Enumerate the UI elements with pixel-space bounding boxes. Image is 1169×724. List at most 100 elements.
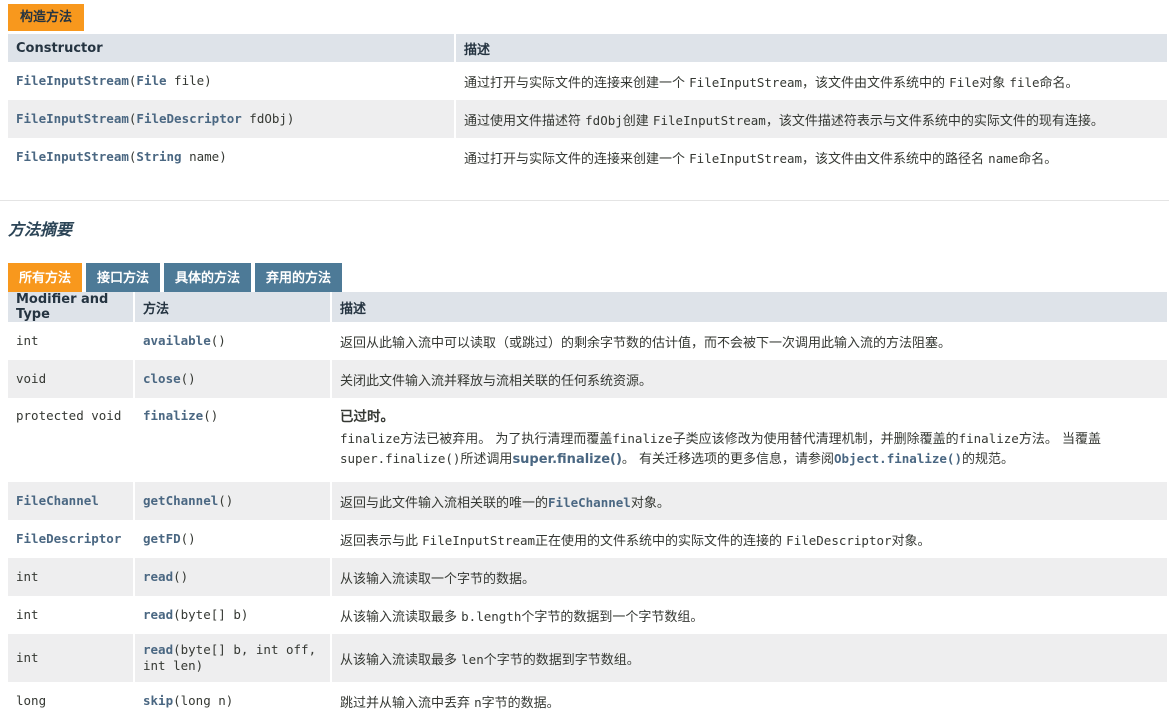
constructor-section-tab: 构造方法	[8, 4, 85, 31]
constructor-description-cell: 通过打开与实际文件的连接来创建一个 FileInputStream，该文件由文件…	[456, 138, 1169, 176]
return-type-link[interactable]: FileChannel	[16, 493, 99, 508]
constructor-signature-cell: FileInputStream(FileDescriptor fdObj)	[8, 100, 456, 138]
method-row: int read(byte[] b, int off, int len) 从该输入流读…	[8, 634, 1169, 682]
constructor-desc-segment: 创建	[622, 113, 653, 129]
method-name-link[interactable]: finalize	[143, 408, 203, 423]
modifier-type-cell: int	[8, 596, 135, 634]
constructor-name-link[interactable]: FileInputStream	[16, 149, 129, 164]
constructor-desc-segment: file	[1009, 74, 1040, 90]
constructor-param-type-link[interactable]: File	[136, 73, 166, 88]
constructor-param-name: file)	[166, 73, 212, 88]
method-description-cell: 返回与此文件输入流相关联的唯一的FileChannel对象。	[332, 482, 1169, 520]
deprecated-note-segment: 。 有关迁移选项的更多信息，请参阅	[621, 452, 835, 467]
constructor-name-link[interactable]: FileInputStream	[16, 111, 129, 126]
method-row: FileChannel getChannel() 返回与此文件输入流相关联的唯一的F…	[8, 482, 1169, 520]
constructor-desc-segment: fdObj	[585, 112, 623, 128]
method-description-column-header: 描述	[332, 292, 1169, 322]
method-row: void close() 关闭此文件输入流并释放与流相关联的任何系统资源。	[8, 360, 1169, 398]
method-summary-table-container: Modifier and Type 方法 描述 int available() 返回…	[8, 292, 1169, 720]
method-name-link[interactable]: read	[143, 569, 173, 584]
method-name-link[interactable]: getFD	[143, 531, 181, 546]
method-description-cell: 从该输入流读取最多 b.length个字节的数据到一个字节数组。	[332, 596, 1169, 634]
constructor-signature-cell: FileInputStream(File file)	[8, 62, 456, 100]
modifier-type-cell: void	[8, 360, 135, 398]
method-description-cell: 已过时。 finalize方法已被弃用。 为了执行清理而覆盖finalize子类应…	[332, 398, 1169, 482]
method-summary-table: Modifier and Type 方法 描述 int available() 返回…	[8, 292, 1169, 720]
constructor-desc-segment: ，该文件由文件系统中的	[802, 75, 950, 91]
method-params: ()	[180, 371, 196, 386]
method-params: ()	[180, 531, 196, 546]
method-signature-cell: close()	[135, 360, 332, 398]
tab-concrete-methods[interactable]: 具体的方法	[164, 263, 252, 295]
tab-interface-methods[interactable]: 接口方法	[86, 263, 161, 295]
method-params: ()	[173, 569, 189, 584]
method-name-link[interactable]: available	[143, 333, 211, 348]
constructor-row: FileInputStream(String name) 通过打开与实际文件的连接…	[8, 138, 1169, 176]
method-params-continued: int len)	[143, 658, 204, 673]
method-desc-segment: b.length	[461, 608, 522, 624]
method-name-link[interactable]: close	[143, 371, 181, 386]
deprecated-note-segment: 方法已被弃用。 为了执行清理而覆盖	[400, 432, 613, 447]
constructor-desc-segment: ，该文件由文件系统中的路径名	[802, 151, 989, 167]
method-signature-cell: read(byte[] b, int off, int len)	[135, 634, 332, 682]
method-name-link[interactable]: read	[143, 642, 173, 657]
return-type: int	[16, 607, 39, 622]
method-desc-segment: 个字节的数据到一个字节数组。	[521, 609, 704, 625]
deprecated-note-segment: finalize	[340, 431, 401, 446]
constructor-name-link[interactable]: FileInputStream	[16, 73, 129, 88]
method-signature-cell: finalize()	[135, 398, 332, 482]
tab-deprecated-methods[interactable]: 弃用的方法	[255, 263, 343, 295]
method-description-cell: 返回表示与此 FileInputStream正在使用的文件系统中的实际文件的连接…	[332, 520, 1169, 558]
method-signature-cell: available()	[135, 322, 332, 360]
method-signature-cell: read(byte[] b)	[135, 596, 332, 634]
method-name-link[interactable]: read	[143, 607, 173, 622]
method-desc-segment: FileDescriptor	[786, 532, 892, 548]
constructor-param-type-link[interactable]: String	[136, 149, 181, 164]
deprecated-note-segment: 的规范。	[961, 452, 1014, 467]
constructor-description-cell: 通过使用文件描述符 fdObj创建 FileInputStream，该文件描述符…	[456, 100, 1169, 138]
method-desc-segment: 字节的数据。	[481, 695, 560, 711]
modifier-type-cell: int	[8, 322, 135, 360]
constructor-desc-segment: 对象	[979, 75, 1010, 91]
method-desc-segment: 从该输入流读取最多	[340, 652, 462, 668]
method-row: int read(byte[] b) 从该输入流读取最多 b.length个字节的数…	[8, 596, 1169, 634]
return-type: int	[16, 650, 39, 665]
constructor-desc-segment: 通过打开与实际文件的连接来创建一个	[464, 75, 690, 91]
method-description-cell: 返回从此输入流中可以读取（或跳过）的剩余字节数的估计值，而不会被下一次调用此输入…	[332, 322, 1169, 360]
method-filter-tabs: 所有方法 接口方法 具体的方法 弃用的方法	[8, 263, 346, 295]
deprecated-note-segment: 子类应该修改为使用替代清理机制，并删除覆盖的	[672, 432, 959, 447]
method-desc-segment: 对象。	[891, 533, 931, 549]
method-params: ()	[218, 493, 234, 508]
deprecated-note-line: super.finalize()所述调用super.finalize()。 有关…	[340, 449, 1159, 469]
method-params: ()	[203, 408, 219, 423]
modifier-type-cell: int	[8, 558, 135, 596]
method-name-link[interactable]: getChannel	[143, 493, 218, 508]
constructor-param-name: name)	[181, 149, 227, 164]
method-signature-cell: read()	[135, 558, 332, 596]
method-column-header: 方法	[135, 292, 332, 322]
return-type-link[interactable]: FileDescriptor	[16, 531, 121, 546]
constructor-description-cell: 通过打开与实际文件的连接来创建一个 FileInputStream，该文件由文件…	[456, 62, 1169, 100]
return-type: long	[16, 693, 47, 708]
deprecated-note-segment: finalize	[612, 431, 673, 446]
return-type: protected void	[16, 408, 122, 423]
method-description-cell: 从该输入流读取一个字节的数据。	[332, 558, 1169, 596]
constructor-desc-segment: 通过使用文件描述符	[464, 113, 586, 129]
deprecated-note-segment[interactable]: super.finalize()	[512, 452, 621, 467]
method-name-link[interactable]: skip	[143, 693, 173, 708]
constructor-signature-cell: FileInputStream(String name)	[8, 138, 456, 176]
method-desc-segment: 从该输入流读取一个字节的数据。	[340, 571, 536, 587]
deprecated-label: 已过时。	[340, 409, 394, 425]
method-desc-segment: 从该输入流读取最多	[340, 609, 462, 625]
deprecated-note-segment[interactable]: Object.finalize()	[834, 451, 962, 466]
deprecated-note-segment: finalize	[958, 431, 1019, 446]
constructor-desc-segment: 通过打开与实际文件的连接来创建一个	[464, 151, 690, 167]
constructor-desc-segment: ，该文件描述符表示与文件系统中的实际文件的现有连接。	[765, 113, 1104, 129]
deprecated-note-segment: 方法。 当覆盖	[1018, 432, 1101, 447]
tab-all-methods[interactable]: 所有方法	[8, 263, 83, 292]
constructor-param-type-link[interactable]: FileDescriptor	[136, 111, 241, 126]
deprecated-note-line: finalize方法已被弃用。 为了执行清理而覆盖finalize子类应该修改为…	[340, 429, 1159, 449]
constructor-desc-segment: FileInputStream	[652, 112, 766, 128]
method-desc-segment[interactable]: FileChannel	[548, 495, 631, 510]
modifier-type-cell: protected void	[8, 398, 135, 482]
